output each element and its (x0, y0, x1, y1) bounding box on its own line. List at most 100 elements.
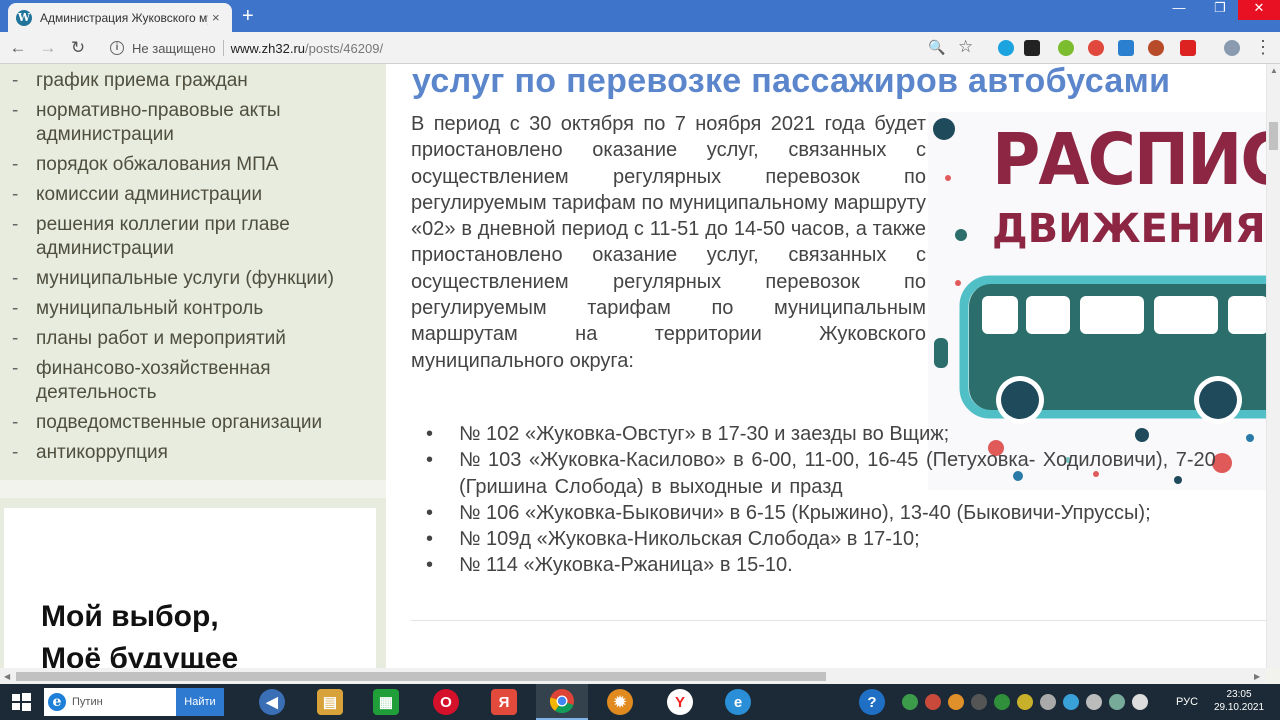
route-list: № 102 «Жуковка-Овстуг» в 17-30 и заезды … (426, 421, 1266, 579)
sidebar-item-reception-schedule[interactable]: - график приема граждан (0, 68, 386, 98)
list-dash: - (12, 298, 19, 319)
sidebar-item-label[interactable]: антикоррупция (36, 441, 376, 465)
zoom-icon[interactable]: 🔍 (928, 39, 945, 56)
taskbar-app-settings[interactable]: ✹ (594, 684, 646, 720)
sidebar-item-label[interactable]: финансово-хозяйственная деятельность (36, 357, 376, 405)
extension-icon[interactable] (1088, 40, 1104, 56)
sidebar-item-anticorruption[interactable]: - антикоррупция (0, 440, 386, 470)
taskbar-app-media[interactable]: ◀ (246, 684, 298, 720)
sidebar-item-municipal-services[interactable]: - муниципальные услуги (функции) (0, 266, 386, 296)
taskbar-app-opera[interactable]: O (420, 684, 472, 720)
scroll-left-icon[interactable]: ◀ (4, 672, 10, 681)
sidebar-item-label[interactable]: решения коллегии при главе администрации (36, 213, 376, 261)
sidebar-item-board-decisions[interactable]: - решения коллегии при главе администрац… (0, 212, 386, 266)
list-item: № 109д «Жуковка-Никольская Слобода» в 17… (426, 526, 1266, 553)
sidebar-item-label[interactable]: муниципальные услуги (функции) (36, 267, 376, 291)
sidebar-item-label[interactable]: график приема граждан (36, 69, 376, 93)
extension-icon[interactable] (1058, 40, 1074, 56)
help-button[interactable]: ? (846, 684, 898, 720)
volume-icon[interactable] (1132, 694, 1148, 710)
vertical-scroll-thumb[interactable] (1269, 122, 1278, 150)
bookmark-star-icon[interactable]: ☆ (958, 37, 973, 57)
sidebar-item-subordinate-orgs[interactable]: - подведомственные организации (0, 410, 386, 440)
taskbar-app-edge[interactable]: e (712, 684, 764, 720)
restore-button[interactable]: ❐ (1202, 0, 1238, 20)
sidebar-item-label[interactable]: муниципальный контроль (36, 297, 376, 321)
new-tab-button[interactable]: + (242, 5, 254, 28)
tray-icon[interactable] (994, 694, 1010, 710)
clock-time: 23:05 (1226, 689, 1252, 700)
forward-button[interactable]: → (36, 36, 60, 60)
browser-toolbar: ← → ↻ i Не защищено www.zh32.ru /posts/4… (0, 32, 1280, 64)
sidebar-item-municipal-control[interactable]: - муниципальный контроль (0, 296, 386, 326)
address-bar[interactable]: i Не защищено www.zh32.ru /posts/46209/ (104, 36, 984, 60)
close-tab-icon[interactable]: × (212, 10, 220, 25)
banner-card[interactable]: Мой выбор, Моё будущее (4, 508, 376, 684)
reload-button[interactable]: ↻ (66, 36, 90, 60)
list-item: № 106 «Жуковка-Быковичи» в 6-15 (Крыжино… (426, 500, 1266, 527)
image-title-line-1: РАСПИСА (992, 118, 1268, 202)
image-title-line-2: ДВИЖЕНИЯ АВ (992, 206, 1268, 252)
sidebar-banner: Мой выбор, Моё будущее (0, 498, 386, 684)
extension-icon[interactable] (1024, 40, 1040, 56)
sidebar-item-appeal-procedure[interactable]: - порядок обжалования МПА (0, 152, 386, 182)
back-button[interactable]: ← (6, 36, 30, 60)
scroll-right-icon[interactable]: ▶ (1254, 672, 1260, 681)
taskbar-app-chrome[interactable] (536, 684, 588, 720)
sidebar-item-label[interactable]: комиссии администрации (36, 183, 376, 207)
tray-icon[interactable] (1040, 694, 1056, 710)
browser-tab[interactable]: W Администрация Жуковского му × (8, 3, 232, 32)
close-window-button[interactable]: ✕ (1238, 0, 1280, 20)
search-input[interactable] (72, 696, 172, 708)
system-clock[interactable]: 23:05 29.10.2021 (1210, 688, 1268, 714)
chrome-icon (549, 689, 574, 714)
system-tray (902, 684, 1155, 720)
content-divider (411, 620, 1266, 621)
taskbar-app-yandex[interactable]: Y (654, 684, 706, 720)
url-path[interactable]: /posts/46209/ (305, 41, 383, 56)
sidebar-item-label[interactable]: нормативно-правовые акты администрации (36, 99, 376, 147)
extension-icon[interactable] (1118, 40, 1134, 56)
skype-extension-icon[interactable] (998, 40, 1014, 56)
article-heading: услуг по перевозке пассажиров автобусами (412, 64, 1171, 100)
profile-avatar[interactable] (1224, 40, 1240, 56)
sidebar-item-label[interactable]: порядок обжалования МПА (36, 153, 376, 177)
horizontal-scrollbar[interactable]: ◀ ▶ (0, 668, 1266, 684)
start-button[interactable] (0, 684, 42, 720)
network-icon[interactable] (1086, 694, 1102, 710)
tray-icon[interactable] (971, 694, 987, 710)
list-dash: - (12, 100, 19, 121)
tray-icon[interactable] (1063, 694, 1079, 710)
taskbar-app-store[interactable]: ▦ (360, 684, 412, 720)
article-paragraph: В период с 30 октября по 7 ноября 2021 г… (411, 113, 926, 372)
sidebar-item-commissions[interactable]: - комиссии администрации (0, 182, 386, 212)
browser-menu-icon[interactable]: ⋮ (1254, 38, 1272, 56)
banner-line-1: Мой выбор, (41, 600, 219, 633)
info-icon[interactable]: i (110, 41, 124, 55)
taskbar-app-files[interactable]: ▤ (304, 684, 356, 720)
search-button[interactable]: Найти (176, 688, 224, 716)
scroll-up-icon[interactable]: ▲ (1270, 66, 1278, 75)
sidebar-item-finance[interactable]: - финансово-хозяйственная деятельность (0, 356, 386, 410)
vertical-scrollbar[interactable]: ▲ (1266, 64, 1280, 668)
tray-icon[interactable] (925, 694, 941, 710)
sidebar-item-label[interactable]: подведомственные организации (36, 411, 376, 435)
help-icon: ? (859, 689, 885, 715)
sidebar-item-work-plans[interactable]: - планы работ и мероприятий (0, 326, 386, 356)
list-dash: - (12, 268, 19, 289)
tray-icon[interactable] (1017, 694, 1033, 710)
tray-icon[interactable] (1109, 694, 1125, 710)
extension-icon[interactable] (1148, 40, 1164, 56)
pdf-extension-icon[interactable] (1180, 40, 1196, 56)
speaker-icon: ◀ (259, 689, 285, 715)
language-indicator[interactable]: РУС (1176, 684, 1198, 720)
horizontal-scroll-thumb[interactable] (16, 672, 826, 681)
sidebar-item-label[interactable]: планы работ и мероприятий (36, 327, 376, 351)
taskbar-app-yandex-browser[interactable]: Я (478, 684, 530, 720)
url-host[interactable]: www.zh32.ru (231, 41, 305, 56)
tray-icon[interactable] (902, 694, 918, 710)
sidebar-item-legal-acts[interactable]: - нормативно-правовые акты администрации (0, 98, 386, 152)
taskbar-search[interactable]: e (44, 688, 176, 716)
minimize-button[interactable]: — (1156, 0, 1202, 20)
tray-icon[interactable] (948, 694, 964, 710)
